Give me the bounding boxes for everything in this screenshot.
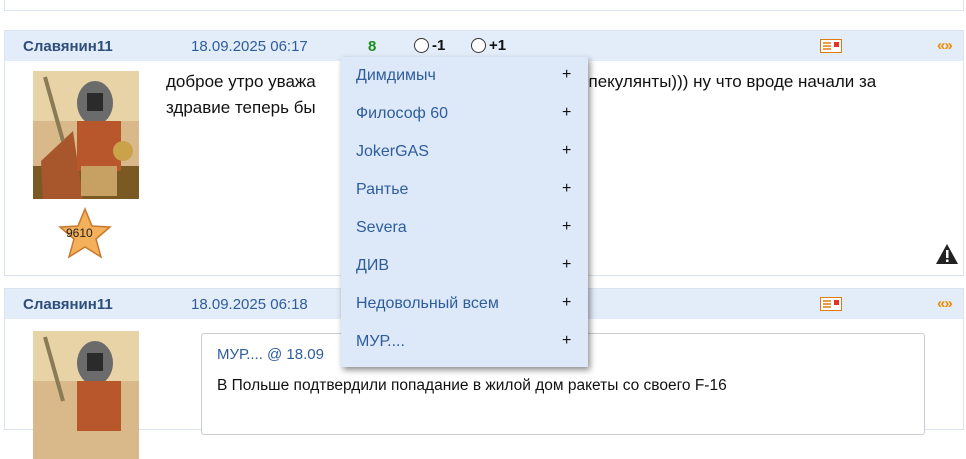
post-text-line1-start: доброе утро уважа	[166, 72, 316, 91]
rank-score: 9610	[66, 226, 93, 240]
vote-plus-option[interactable]: +1	[471, 37, 506, 54]
voters-dropdown-menu: Димдимыч + Философ 60 + JokerGAS + Ранть…	[341, 57, 588, 367]
previous-post-edge	[4, 0, 964, 11]
vote-sign: +	[562, 218, 572, 235]
vote-sign: +	[562, 294, 572, 311]
vote-sign: +	[562, 332, 572, 349]
voter-name[interactable]: Severa	[356, 219, 407, 237]
quote-icon[interactable]: «»	[937, 295, 953, 312]
vote-minus-radio[interactable]	[414, 38, 429, 53]
menu-item-voter[interactable]: Severa +	[341, 209, 588, 247]
menu-item-voter[interactable]: Димдимыч +	[341, 57, 588, 95]
voter-name[interactable]: ДИВ	[356, 257, 389, 275]
voter-name[interactable]: Рантье	[356, 181, 408, 199]
voter-name[interactable]: МУР....	[356, 333, 405, 351]
author-link[interactable]: Славянин11	[23, 296, 113, 313]
vote-sign: +	[562, 104, 572, 121]
author-link[interactable]: Славянин11	[23, 38, 113, 55]
post-datetime-link[interactable]: 18.09.2025 06:18	[191, 296, 308, 313]
warning-icon[interactable]	[935, 243, 959, 265]
vote-plus-label: +1	[489, 37, 507, 54]
menu-item-voter[interactable]: МУР.... +	[341, 323, 588, 361]
voter-name[interactable]: Димдимыч	[356, 67, 436, 85]
menu-item-voter[interactable]: Рантье +	[341, 171, 588, 209]
post-text-line1-end: спекулянты))) ну что вроде начали за	[580, 72, 877, 91]
quote-icon[interactable]: «»	[937, 37, 953, 54]
vote-minus-option[interactable]: -1	[414, 37, 445, 54]
post-text-line2: здравие теперь бы	[166, 98, 316, 117]
voter-name[interactable]: Философ 60	[356, 105, 448, 123]
vote-sign: +	[562, 256, 572, 273]
vote-sign: +	[562, 66, 572, 83]
post-rating[interactable]: 8	[368, 38, 376, 55]
menu-item-voter[interactable]: JokerGAS +	[341, 133, 588, 171]
voter-name[interactable]: Недовольный всем	[356, 295, 499, 313]
user-avatar[interactable]	[33, 71, 139, 199]
quote-author-link[interactable]: МУР.... @ 18.09	[217, 346, 324, 363]
menu-item-voter[interactable]: Философ 60 +	[341, 95, 588, 133]
quote-text: В Польше подтвердили попадание в жилой д…	[217, 377, 727, 394]
vote-sign: +	[562, 142, 572, 159]
vote-minus-label: -1	[432, 37, 446, 54]
vote-plus-radio[interactable]	[471, 38, 486, 53]
menu-item-voter[interactable]: ДИВ +	[341, 247, 588, 285]
user-avatar[interactable]	[33, 331, 139, 459]
menu-item-voter[interactable]: Недовольный всем +	[341, 285, 588, 323]
private-message-icon[interactable]	[820, 39, 842, 53]
post-datetime-link[interactable]: 18.09.2025 06:17	[191, 38, 308, 55]
voter-name[interactable]: JokerGAS	[356, 143, 429, 161]
vote-sign: +	[562, 180, 572, 197]
private-message-icon[interactable]	[820, 297, 842, 311]
